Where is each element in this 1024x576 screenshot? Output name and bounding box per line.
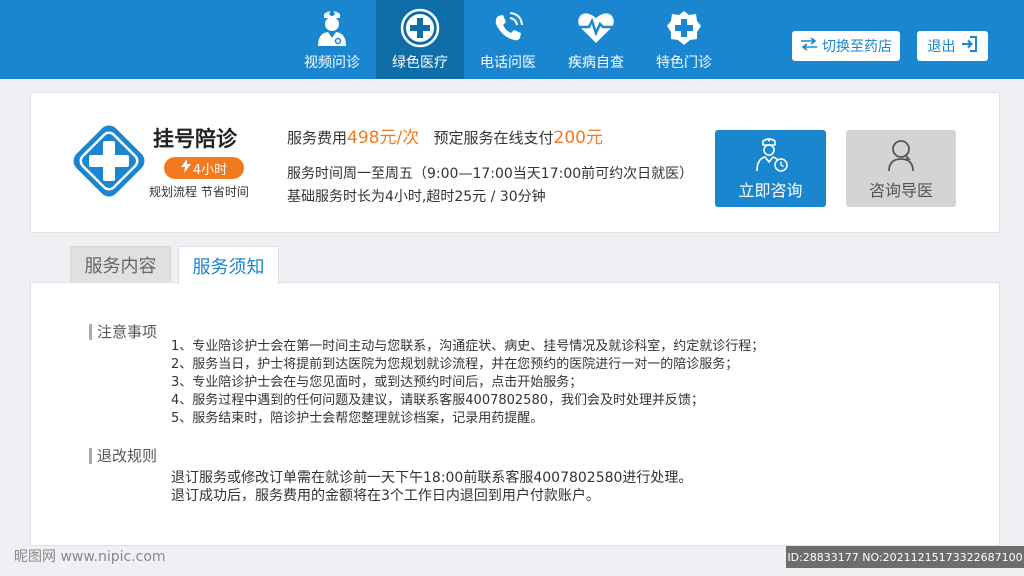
- nav-item-self-check[interactable]: 疾病自查: [552, 0, 640, 79]
- consult-guide-label: 咨询导医: [868, 180, 933, 200]
- top-navigation-bar: 视频问诊 绿色医疗 电话问医 疾病自查 特色门诊 切换至药店 退出: [0, 0, 1024, 79]
- support-agent-icon: [883, 137, 919, 177]
- swap-arrows-icon: [800, 37, 818, 55]
- nav-item-label: 电话问医: [480, 55, 536, 71]
- main-nav: 视频问诊 绿色医疗 电话问医 疾病自查 特色门诊: [288, 0, 728, 79]
- nav-item-green-medical[interactable]: 绿色医疗: [376, 0, 464, 79]
- switch-label: 切换至药店: [822, 39, 892, 55]
- medical-cross-badge-icon: [662, 6, 706, 50]
- refund-rules: 退订服务或修改订单需在就诊前一天下午18:00前联系客服4007802580进行…: [171, 469, 692, 505]
- doctor-icon: [310, 6, 354, 50]
- nav-item-phone-consult[interactable]: 电话问医: [464, 0, 552, 79]
- switch-to-pharmacy-button[interactable]: 切换至药店: [792, 31, 900, 61]
- lightning-icon: [180, 159, 191, 177]
- nav-item-label: 特色门诊: [656, 55, 712, 71]
- list-item: 2、服务当日，护士将提前到达医院为您规划就诊流程，并在您预约的医院进行一对一的陪…: [171, 357, 739, 372]
- refund-line: 退订服务或修改订单需在就诊前一天下午18:00前联系客服4007802580进行…: [171, 470, 693, 486]
- logout-label: 退出: [927, 39, 956, 55]
- notice-list: 1、专业陪诊护士会在第一时间主动与您联系，沟通症状、病史、挂号情况及就诊科室，约…: [171, 338, 764, 428]
- list-item: 5、服务结束时，陪诊护士会帮您整理就诊档案，记录用药提醒。: [171, 411, 544, 426]
- watermark-id: ID:28833177 NO:20211215173322687100: [786, 546, 1024, 568]
- fee-value: 498元/次: [347, 128, 420, 148]
- phone-icon: [486, 6, 530, 50]
- refund-line: 退订成功后，服务费用的金额将在3个工作日内退回到用户付款账户。: [171, 488, 600, 504]
- duration-badge-label: 4小时: [192, 162, 228, 178]
- service-summary-card: 挂号陪诊 4小时 规划流程 节省时间 服务费用498元/次 预定服务在线支付20…: [30, 92, 1000, 233]
- plus-circle-icon: [398, 6, 442, 50]
- nav-item-special-clinic[interactable]: 特色门诊: [640, 0, 728, 79]
- consult-guide-button[interactable]: 咨询导医: [846, 130, 956, 207]
- notice-section-title: 注意事项: [89, 324, 157, 340]
- nav-item-label: 绿色医疗: [392, 55, 448, 71]
- service-notice-panel: 注意事项 1、专业陪诊护士会在第一时间主动与您联系，沟通症状、病史、挂号情况及就…: [30, 282, 1000, 546]
- tab-service-content[interactable]: 服务内容: [70, 246, 171, 283]
- refund-section-title: 退改规则: [89, 448, 157, 464]
- service-base-duration: 基础服务时长为4小时,超时25元 / 30分钟: [287, 189, 546, 205]
- logout-button[interactable]: 退出: [917, 31, 988, 61]
- list-item: 1、专业陪诊护士会在第一时间主动与您联系，沟通症状、病史、挂号情况及就诊科室，约…: [171, 339, 765, 354]
- nav-item-label: 视频问诊: [304, 55, 360, 71]
- heartbeat-icon: [574, 6, 618, 50]
- nurse-clock-icon: [751, 137, 791, 177]
- tab-service-notice[interactable]: 服务须知: [178, 246, 279, 284]
- watermark-site: 昵图网 www.nipic.com: [14, 549, 166, 565]
- nav-item-label: 疾病自查: [568, 55, 624, 71]
- nav-item-video-consult[interactable]: 视频问诊: [288, 0, 376, 79]
- prepay-prefix: 预定服务在线支付: [433, 129, 554, 147]
- service-tagline: 规划流程 节省时间: [149, 185, 249, 199]
- consult-now-label: 立即咨询: [738, 180, 803, 200]
- consult-now-button[interactable]: 立即咨询: [715, 130, 826, 207]
- logout-icon: [960, 35, 978, 57]
- duration-badge: 4小时: [164, 157, 244, 179]
- service-title: 挂号陪诊: [153, 127, 237, 151]
- price-line: 服务费用498元/次 预定服务在线支付200元: [287, 123, 603, 148]
- medical-plus-logo-icon: [69, 121, 149, 205]
- prepay-value: 200元: [553, 128, 603, 148]
- list-item: 3、专业陪诊护士会在与您见面时，或到达预约时间后，点击开始服务；: [171, 375, 583, 390]
- list-item: 4、服务过程中遇到的任何问题及建议，请联系客服4007802580，我们会及时处…: [171, 393, 704, 408]
- service-hours: 服务时间周一至周五（9:00—17:00当天17:00前可约次日就医）: [287, 166, 694, 182]
- fee-prefix: 服务费用: [287, 129, 348, 147]
